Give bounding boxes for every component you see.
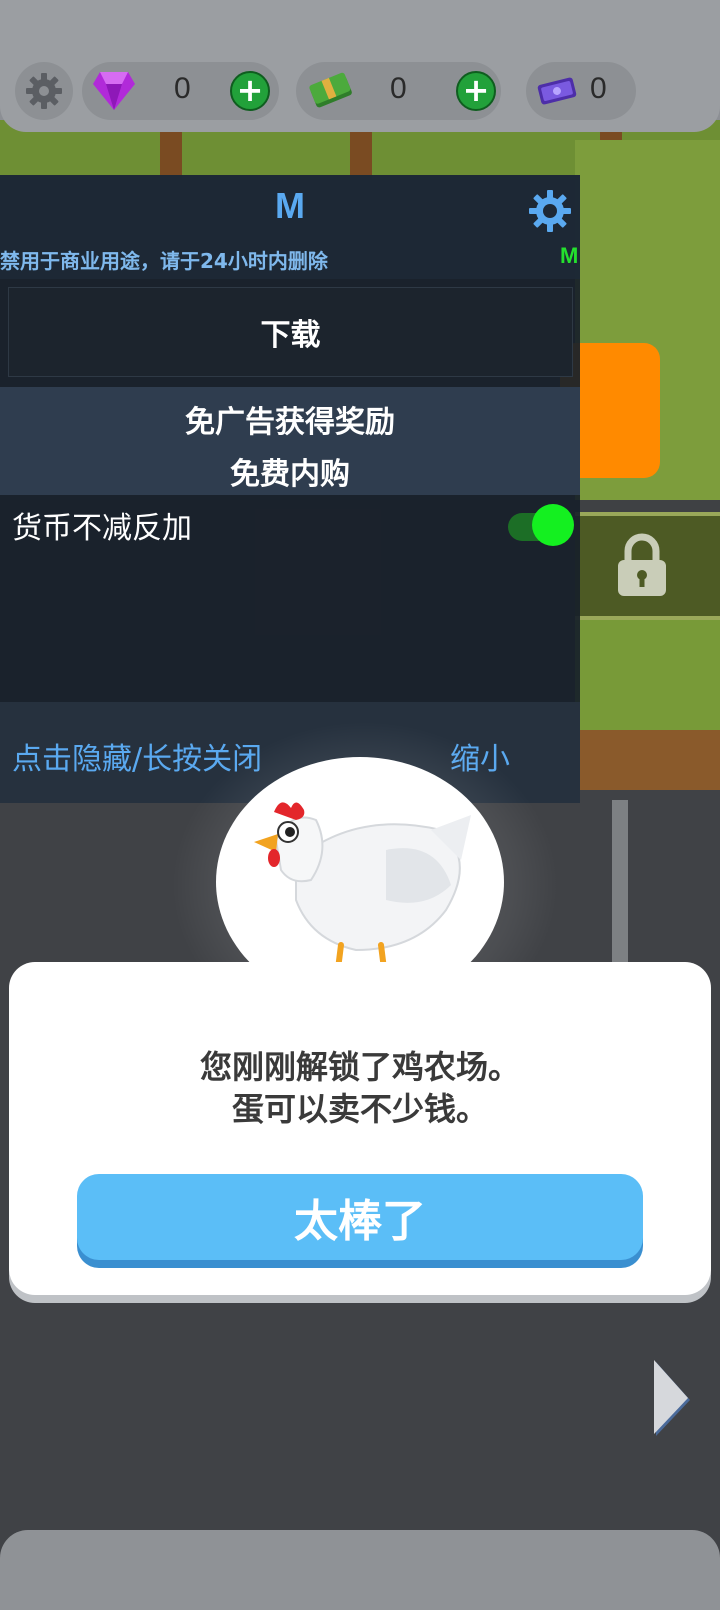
arrow-right-icon[interactable] bbox=[652, 1358, 694, 1438]
awesome-button[interactable]: 太棒了 bbox=[77, 1174, 643, 1260]
cash-icon bbox=[309, 72, 352, 108]
currency-bar: 0 + 0 + 0 bbox=[0, 0, 720, 132]
gem-count: 0 bbox=[174, 72, 191, 105]
bottom-panel bbox=[0, 1530, 720, 1610]
sign-pole bbox=[612, 800, 628, 970]
cash-counter: 0 + bbox=[296, 62, 501, 120]
ticket-icon bbox=[537, 77, 577, 105]
dirt-edge bbox=[575, 730, 720, 790]
toggle-label: 货币不减反加 bbox=[12, 511, 192, 546]
mod-menu-panel: M 禁用于商业用途，请于24小时内删除 M 下载 免广告获得奖励 免费内购 货币… bbox=[0, 175, 580, 803]
cash-count: 0 bbox=[390, 72, 407, 105]
download-button[interactable]: 下载 bbox=[8, 287, 573, 377]
popup-line-2: 蛋可以卖不少钱。 bbox=[231, 1090, 488, 1128]
unlock-popup: 您刚刚解锁了鸡农场。 蛋可以卖不少钱。 太棒了 bbox=[9, 962, 711, 1295]
settings-button[interactable] bbox=[15, 62, 73, 120]
category-free-purchases[interactable]: 免费内购 bbox=[0, 449, 580, 493]
menu-side-mark: M bbox=[560, 243, 579, 268]
menu-header: M 禁用于商业用途，请于24小时内删除 M bbox=[0, 175, 580, 279]
toggle-knob[interactable] bbox=[532, 504, 574, 546]
add-cash-button[interactable]: + bbox=[456, 71, 496, 111]
ticket-counter: 0 bbox=[526, 62, 636, 120]
gear-icon bbox=[26, 73, 62, 109]
gear-icon[interactable] bbox=[528, 189, 572, 233]
currency-toggle-row[interactable]: 货币不减反加 bbox=[0, 495, 580, 559]
add-gems-button[interactable]: + bbox=[230, 71, 270, 111]
gem-icon bbox=[93, 72, 135, 110]
category-ad-free-rewards[interactable]: 免广告获得奖励 bbox=[0, 397, 580, 441]
menu-title: M bbox=[275, 185, 305, 226]
popup-message: 您刚刚解锁了鸡农场。 蛋可以卖不少钱。 bbox=[9, 1046, 711, 1130]
lock-icon bbox=[618, 533, 666, 596]
ticket-count: 0 bbox=[590, 72, 607, 105]
menu-categories: 免广告获得奖励 免费内购 bbox=[0, 387, 580, 495]
menu-disclaimer: 禁用于商业用途，请于24小时内删除 bbox=[0, 249, 328, 273]
popup-line-1: 您刚刚解锁了鸡农场。 bbox=[199, 1048, 520, 1086]
gem-counter: 0 + bbox=[82, 62, 279, 120]
